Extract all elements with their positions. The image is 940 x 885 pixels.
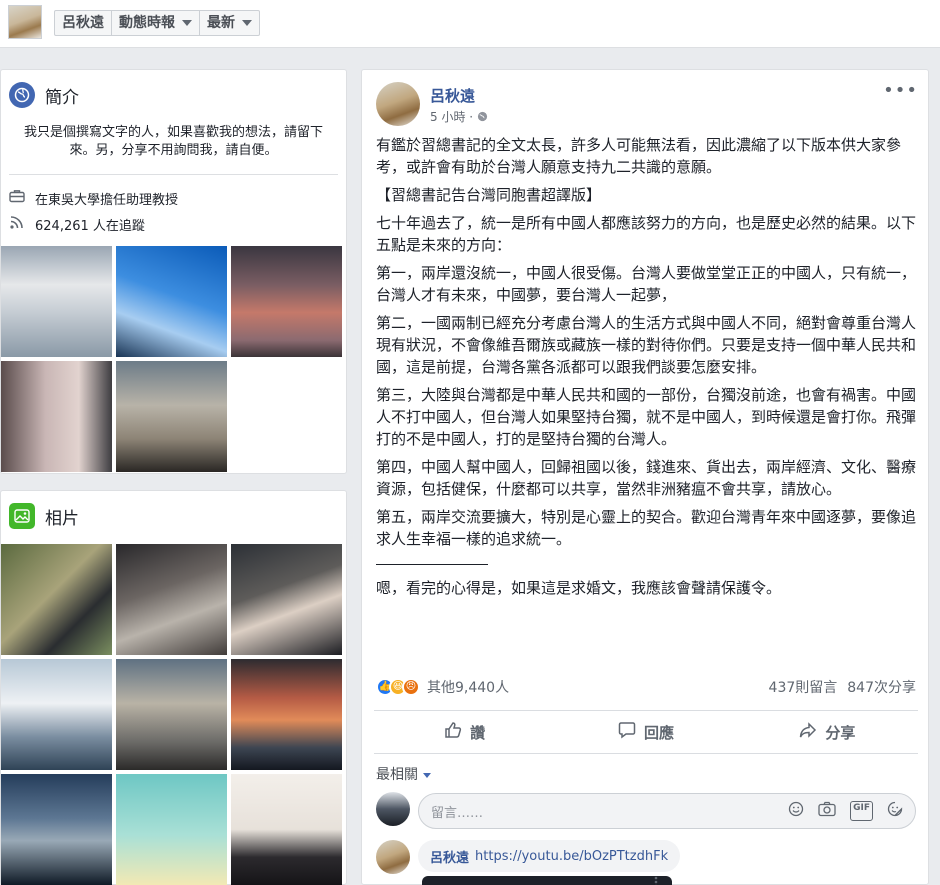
post-paragraph: 有鑑於習總書記的全文太長，許多人可能無法看，因此濃縮了以下版本供大家參考，或許會…: [376, 136, 902, 176]
photo-thumbnail[interactable]: [1, 544, 112, 655]
post-paragraph: 第四，中國人幫中國人，回歸祖國以後，錢進來、貨出去，兩岸經濟、文化、醫療資源，包…: [376, 458, 917, 498]
photos-card: 相片: [0, 490, 347, 885]
featured-photo[interactable]: [1, 361, 112, 472]
gif-icon[interactable]: GIF: [850, 801, 873, 821]
globe-icon: [9, 82, 35, 108]
emoji-icon[interactable]: [788, 801, 804, 821]
photos-title[interactable]: 相片: [45, 504, 79, 529]
post-closing: 嗯，看完的心得是，如果這是求婚文，我應該會聲請保護令。: [376, 579, 782, 597]
comment-icon: [618, 721, 636, 744]
rss-icon: [9, 214, 27, 234]
topbar-nav: 呂秋遠 動態時報 最新: [54, 10, 260, 36]
job-row: 在東吳大學擔任助理教授: [1, 185, 346, 211]
post-card: 呂秋遠 5 小時 · ••• 有鑑於習總書記的全文太長，許多人可能無法看，因此濃…: [361, 69, 929, 885]
share-icon: [799, 721, 817, 744]
like-button[interactable]: 讚: [374, 711, 555, 753]
sort-dropdown[interactable]: 最新: [200, 11, 259, 35]
comment-sort-dropdown[interactable]: 最相關: [376, 764, 431, 784]
photo-thumbnail[interactable]: [116, 544, 227, 655]
chevron-down-icon: [242, 20, 252, 26]
comment-input-tools: GIF: [788, 801, 903, 821]
thumbs-up-icon: [444, 721, 462, 744]
comment-placeholder: 留言……: [431, 805, 484, 821]
post-time-text[interactable]: 5 小時 ·: [430, 110, 477, 124]
sort-label: 最新: [207, 15, 235, 31]
featured-photo[interactable]: [116, 361, 227, 472]
post-paragraph: 第三，大陸與台灣都是中華人民共和國的一部份，台獨沒前途，也會有禍害。中國人不打中…: [376, 386, 917, 448]
text-separator: [376, 564, 488, 565]
post-timestamp: 5 小時 ·: [430, 108, 488, 125]
camera-icon[interactable]: [818, 801, 836, 821]
briefcase-icon: [9, 189, 27, 207]
post-paragraph: 【習總書記告台灣同胞書超譯版】: [376, 186, 602, 204]
profile-avatar[interactable]: [8, 5, 42, 39]
chevron-down-icon: [423, 772, 431, 778]
link-preview-thumbnail[interactable]: [422, 876, 672, 885]
share-label: 分享: [825, 723, 856, 742]
sticker-icon[interactable]: [887, 801, 903, 821]
post-paragraph: 第一，兩岸還沒統一，中國人很受傷。台灣人要做堂堂正正的中國人，只有統一，台灣人才…: [376, 264, 917, 304]
post-actions: 讚 回應 分享: [374, 710, 918, 754]
chevron-down-icon: [182, 20, 192, 26]
reactions-count[interactable]: 其他9,440人: [427, 677, 509, 697]
reply-link[interactable]: https://youtu.be/bOzPTtzdhFk: [475, 849, 668, 864]
timeline-topbar: 呂秋遠 動態時報 最新: [0, 0, 940, 48]
featured-photos-grid: [1, 246, 342, 472]
comment-sort-label: 最相關: [376, 767, 418, 783]
photo-thumbnail[interactable]: [1, 774, 112, 885]
angry-reaction-icon[interactable]: 😠: [402, 678, 420, 696]
photo-thumbnail[interactable]: [116, 774, 227, 885]
reactions-bar: 👍 😆 😠 其他9,440人 437則留言 847次分享: [376, 673, 916, 701]
photos-grid: [1, 544, 342, 885]
shares-count[interactable]: 847次分享: [847, 677, 916, 697]
post-author-avatar[interactable]: [376, 82, 420, 126]
photo-icon: [9, 503, 35, 529]
public-globe-icon: [477, 110, 488, 124]
post-paragraph: 七十年過去了，統一是所有中國人都應該努力的方向，也是歷史必然的結果。以下五點是未…: [376, 214, 917, 254]
followers-text[interactable]: 624,261 人在追蹤: [35, 215, 145, 234]
like-label: 讚: [470, 723, 486, 742]
comment-label: 回應: [643, 723, 674, 742]
post-paragraph: 第五，兩岸交流要擴大，特別是心靈上的契合。歡迎台灣青年來中國逐夢，要像追求人生幸…: [376, 508, 917, 548]
photo-thumbnail[interactable]: [1, 659, 112, 770]
comment-button[interactable]: 回應: [555, 711, 736, 753]
featured-photo[interactable]: [116, 246, 227, 357]
post-body: 有鑑於習總書記的全文太長，許多人可能無法看，因此濃縮了以下版本供大家參考，或許會…: [376, 134, 916, 605]
photo-thumbnail[interactable]: [231, 659, 342, 770]
profile-name-button[interactable]: 呂秋遠: [55, 11, 112, 35]
post-author-name[interactable]: 呂秋遠: [430, 85, 475, 106]
viewer-avatar[interactable]: [376, 792, 410, 826]
intro-card: 簡介 我只是個撰寫文字的人，如果喜歡我的想法，請留下來。另，分享不用詢問我，請自…: [0, 69, 347, 474]
reply-comment: 呂秋遠 https://youtu.be/bOzPTtzdhFk: [418, 840, 681, 872]
reply-author-name[interactable]: 呂秋遠: [430, 847, 469, 866]
job-text[interactable]: 在東吳大學擔任助理教授: [35, 189, 178, 208]
comments-count[interactable]: 437則留言: [769, 677, 838, 697]
photo-thumbnail[interactable]: [116, 659, 227, 770]
photo-thumbnail[interactable]: [231, 774, 342, 885]
followers-row: 624,261 人在追蹤: [1, 211, 346, 237]
timeline-label: 動態時報: [119, 15, 175, 31]
post-paragraph: 第二，一國兩制已經充分考慮台灣人的生活方式與中國人不同，絕對會尊重台灣人現有狀況…: [376, 314, 917, 376]
intro-bio: 我只是個撰寫文字的人，如果喜歡我的想法，請留下來。另，分享不用詢問我，請自便。: [23, 125, 323, 158]
share-button[interactable]: 分享: [737, 711, 918, 753]
empty-tile: [231, 361, 342, 472]
reply-author-avatar[interactable]: [376, 840, 410, 874]
featured-photo[interactable]: [231, 246, 342, 357]
engagement-counts: 437則留言 847次分享: [769, 677, 916, 697]
divider: [9, 174, 338, 175]
photo-thumbnail[interactable]: [231, 544, 342, 655]
intro-header: 簡介: [1, 70, 346, 120]
more-options-icon[interactable]: •••: [883, 80, 918, 101]
comment-options-icon[interactable]: [654, 876, 658, 885]
comment-input[interactable]: 留言…… GIF: [418, 793, 916, 829]
photos-header: 相片: [1, 491, 346, 541]
featured-photo[interactable]: [1, 246, 112, 357]
intro-title: 簡介: [45, 87, 79, 108]
timeline-dropdown[interactable]: 動態時報: [112, 11, 200, 35]
